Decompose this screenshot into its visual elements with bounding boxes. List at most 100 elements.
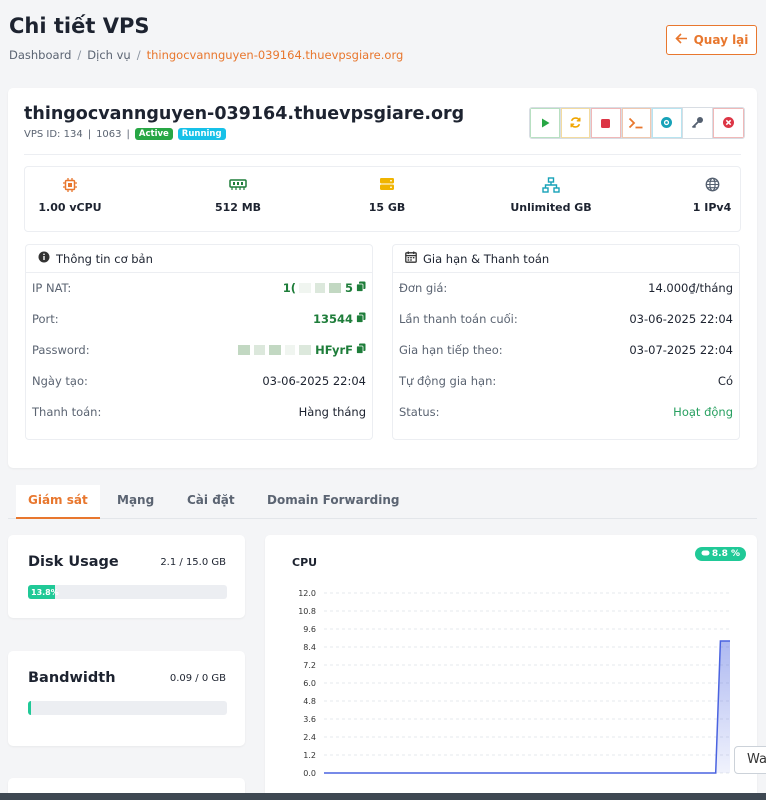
terminal-icon [628, 114, 644, 133]
info-label: IP NAT: [32, 281, 72, 295]
breadcrumb-separator: / [77, 48, 82, 62]
y-tick-label: 12.0 [298, 589, 316, 598]
vps-hostname: thingocvannguyen-039164.thuevpsgiare.org [24, 104, 465, 124]
billing-label: Lần thanh toán cuối: [399, 312, 518, 326]
auto-renew-value: Có [717, 374, 733, 388]
spec-ipv4: 1 IPv4 [689, 177, 735, 214]
y-tick-label: 9.6 [303, 625, 316, 634]
detail-tabs: Giám sát Mạng Cài đặt Domain Forwarding [8, 485, 757, 519]
basic-info-card: Thông tin cơ bản IP NAT: 1( 5 Port: 1354… [25, 244, 373, 440]
spec-disk-label: 15 GB [368, 201, 406, 214]
y-tick-label: 1.2 [303, 751, 316, 760]
tooltip: Wa [734, 746, 766, 774]
spec-bandwidth-label: Unlimited GB [510, 201, 592, 214]
ram-icon [205, 177, 271, 193]
info-row-ip: IP NAT: 1( 5 [32, 278, 366, 298]
y-tick-label: 3.6 [303, 715, 316, 724]
y-tick-label: 7.2 [303, 661, 316, 670]
last-payment-value: 03-06-2025 22:04 [629, 312, 733, 326]
password-button[interactable] [682, 108, 713, 138]
billing-label: Gia hạn tiếp theo: [399, 343, 503, 357]
key-icon [691, 114, 704, 133]
billing-header: Gia hạn & Thanh toán [393, 245, 739, 273]
breadcrumb: Dashboard / Dịch vụ / thingocvannguyen-0… [9, 48, 403, 62]
action-toolbar [529, 107, 745, 139]
billing-row-status: Status: Hoạt động [399, 402, 733, 422]
vps-id: VPS ID: 134 [24, 128, 83, 140]
billing-label: Tự động gia hạn: [399, 374, 497, 388]
y-tick-label: 8.4 [303, 643, 316, 652]
breadcrumb-dashboard[interactable]: Dashboard [9, 48, 71, 62]
created-value: 03-06-2025 22:04 [262, 374, 366, 388]
info-row-port: Port: 13544 [32, 309, 366, 329]
tab-monitoring[interactable]: Giám sát [16, 485, 100, 519]
spec-ram-label: 512 MB [214, 201, 262, 214]
info-row-created: Ngày tạo: 03-06-2025 22:04 [32, 371, 366, 391]
vps-summary-card: thingocvannguyen-039164.thuevpsgiare.org… [8, 88, 757, 468]
bandwidth-fill [28, 701, 31, 715]
vnc-icon [660, 114, 673, 133]
info-label: Ngày tạo: [32, 374, 88, 388]
disk-usage-value: 2.1 / 15.0 GB [160, 557, 226, 568]
calendar-icon [405, 251, 417, 266]
billing-cycle-value: Hàng tháng [298, 405, 366, 419]
console-button[interactable] [621, 108, 652, 138]
globe-icon [689, 177, 735, 193]
billing-title: Gia hạn & Thanh toán [423, 251, 550, 266]
back-button[interactable]: Quay lại [666, 25, 757, 55]
taskbar [0, 793, 766, 800]
status-badge-running: Running [177, 128, 226, 140]
close-circle-icon [722, 114, 735, 133]
bandwidth-bar [28, 701, 227, 715]
copy-icon[interactable] [356, 343, 366, 357]
network-icon [506, 177, 596, 193]
cpu-chart: 12.0 10.8 9.6 8.4 7.2 6.0 4.8 3.6 2.4 1.2 0.0 [298, 589, 730, 778]
y-tick-label: 0.0 [303, 769, 316, 778]
y-tick-label: 6.0 [303, 679, 316, 688]
bandwidth-title: Bandwidth [28, 670, 116, 686]
disk-usage-fill: 13.8% [28, 585, 59, 599]
vps-id-secondary: 1063 [96, 128, 122, 140]
copy-icon[interactable] [356, 281, 366, 295]
tab-network[interactable]: Mạng [105, 485, 166, 519]
spec-bandwidth: Unlimited GB [506, 177, 596, 214]
password-value: HFyrF [238, 343, 366, 357]
cpu-series-line [324, 640, 730, 774]
billing-row-price: Đơn giá: 14.000₫/tháng [399, 278, 733, 298]
status-badge-active: Active [134, 128, 173, 140]
spec-ram: 512 MB [205, 177, 271, 214]
basic-info-header: Thông tin cơ bản [26, 245, 372, 273]
y-tick-label: 4.8 [303, 697, 316, 706]
billing-card: Gia hạn & Thanh toán Đơn giá: 14.000₫/th… [392, 244, 740, 440]
page-title: Chi tiết VPS [9, 14, 150, 38]
back-button-label: Quay lại [693, 33, 749, 47]
divider [24, 154, 741, 155]
bandwidth-value: 0.09 / 0 GB [169, 673, 226, 684]
play-icon [539, 114, 551, 133]
disk-usage-bar: 13.8% [28, 585, 227, 599]
spec-disk: 15 GB [362, 177, 412, 214]
vnc-button[interactable] [652, 108, 683, 138]
tab-domain-forwarding[interactable]: Domain Forwarding [255, 485, 411, 519]
breadcrumb-current: thingocvannguyen-039164.thuevpsgiare.org [146, 48, 404, 62]
info-row-billing: Thanh toán: Hàng tháng [32, 402, 366, 422]
y-tick-label: 2.4 [303, 733, 316, 742]
disk-usage-card: Disk Usage 2.1 / 15.0 GB 13.8% [8, 535, 245, 618]
billing-row-last-payment: Lần thanh toán cuối: 03-06-2025 22:04 [399, 309, 733, 329]
tab-settings[interactable]: Cài đặt [175, 485, 247, 519]
spec-cpu-label: 1.00 vCPU [38, 201, 102, 214]
info-label: Thanh toán: [32, 405, 102, 419]
breadcrumb-services[interactable]: Dịch vụ [87, 48, 130, 62]
destroy-button[interactable] [713, 108, 744, 138]
info-row-password: Password: HFyrF [32, 340, 366, 360]
port-value: 13544 [313, 312, 366, 326]
start-button[interactable] [530, 108, 561, 138]
stop-button[interactable] [591, 108, 622, 138]
restart-button[interactable] [560, 108, 591, 138]
copy-icon[interactable] [356, 312, 366, 326]
info-label: Port: [32, 312, 59, 326]
bandwidth-card: Bandwidth 0.09 / 0 GB [8, 651, 245, 746]
basic-info-title: Thông tin cơ bản [56, 251, 153, 266]
y-tick-label: 10.8 [298, 607, 316, 616]
status-value: Hoạt động [673, 405, 733, 419]
